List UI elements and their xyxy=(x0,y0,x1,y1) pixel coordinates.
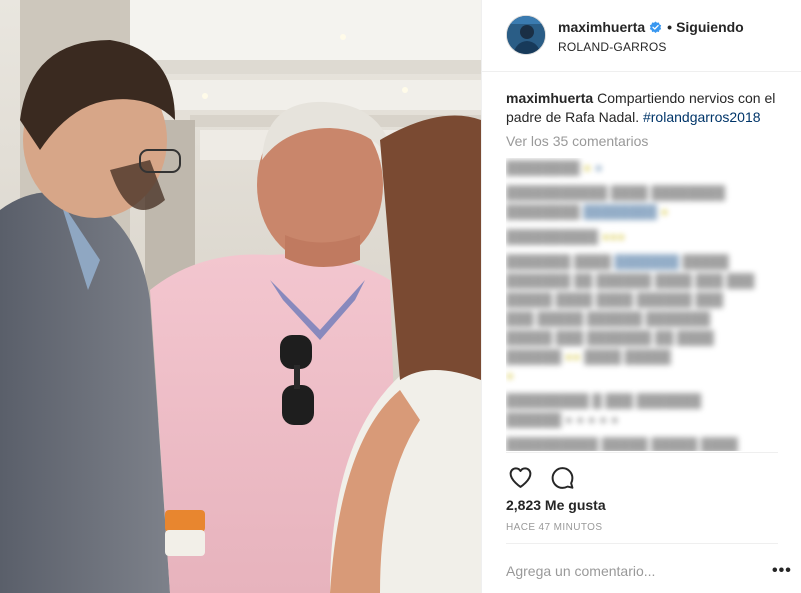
blurred-comments: ████████ ● ● ███████████ ████ ████████ ██… xyxy=(506,158,796,451)
comment-bubble-icon xyxy=(551,466,573,489)
caption-hashtag[interactable]: #rolandgarros2018 xyxy=(643,109,761,125)
location-link[interactable]: ROLAND-GARROS xyxy=(558,40,667,54)
comment-form xyxy=(506,563,796,579)
verified-badge-icon xyxy=(649,20,662,34)
comment-input[interactable] xyxy=(506,563,756,579)
likes-count[interactable]: 2,823 Me gusta xyxy=(506,497,606,513)
post-photo[interactable] xyxy=(0,0,481,593)
comment-placeholder-row: ███████ ████ ███████ █████ ███████ ██ ███… xyxy=(506,254,755,383)
divider xyxy=(506,452,778,453)
caption-username[interactable]: maximhuerta xyxy=(506,90,593,106)
comment-placeholder-row: █████████ █ ███ ███████ ██████ ● ● ● ● ● xyxy=(506,393,702,427)
post-header: maximhuerta • Siguiendo ROLAND-GARROS xyxy=(482,0,801,72)
post-caption: maximhuerta Compartiendo nervios con el p… xyxy=(506,89,790,127)
header-line: maximhuerta • Siguiendo xyxy=(558,19,744,35)
divider xyxy=(506,543,778,544)
comment-placeholder-row: ████████ ● ● xyxy=(506,160,603,175)
following-button[interactable]: Siguiendo xyxy=(676,19,744,35)
post-side-panel: maximhuerta • Siguiendo ROLAND-GARROS ma… xyxy=(481,0,801,593)
username-link[interactable]: maximhuerta xyxy=(558,19,645,35)
avatar-image xyxy=(507,16,545,54)
comment-placeholder-row: ██████████ █████ █████ ████ xyxy=(506,437,738,451)
post-timestamp: HACE 47 MINUTOS xyxy=(506,522,603,533)
comment-placeholder-row: ██████████ ●●● xyxy=(506,229,626,244)
avatar[interactable] xyxy=(506,15,546,55)
more-options-icon[interactable]: ••• xyxy=(772,562,792,580)
post-actions xyxy=(506,462,590,492)
view-all-comments-link[interactable]: Ver los 35 comentarios xyxy=(506,133,648,149)
comments-list: ████████ ● ● ███████████ ████ ████████ ██… xyxy=(506,158,796,451)
heart-outline-icon xyxy=(509,466,531,488)
like-button[interactable] xyxy=(506,463,534,491)
separator-dot: • xyxy=(667,19,673,35)
post-image xyxy=(0,0,481,593)
comment-button[interactable] xyxy=(548,463,576,491)
comment-placeholder-row: ███████████ ████ ████████ ████████ ██████… xyxy=(506,185,726,219)
